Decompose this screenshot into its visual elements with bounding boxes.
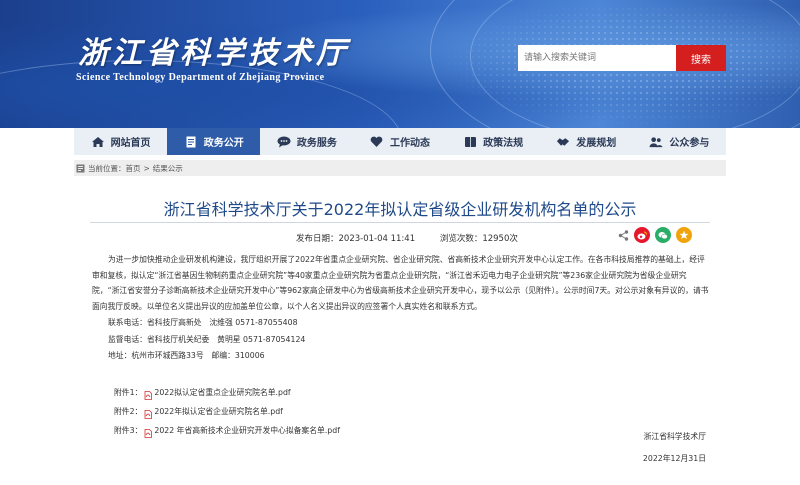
attachment-prefix: 附件2： — [114, 407, 143, 416]
nav-item-work-news[interactable]: 工作动态 — [353, 128, 446, 155]
people-icon — [649, 136, 663, 148]
document-icon — [184, 136, 198, 148]
site-logo-title[interactable]: 浙江省科学技术厅 — [78, 28, 350, 72]
supervision-line: 监督电话：省科技厅机关纪委 黄明星 0571-87054124 — [108, 334, 306, 344]
attachment-item: 附件2： 2022年拟认定省企业研究院名单.pdf — [114, 402, 340, 421]
attachment-link[interactable]: 2022拟认定省重点企业研究院名单.pdf — [154, 383, 290, 402]
attachment-link[interactable]: 2022年拟认定省企业研究院名单.pdf — [154, 402, 283, 421]
attachment-item: 附件3： 2022 年省高新技术企业研究开发中心拟备案名单.pdf — [114, 421, 340, 440]
signature-date: 2022年12月31日 — [642, 454, 706, 463]
nav-item-home[interactable]: 网站首页 — [74, 128, 167, 155]
wechat-share-icon[interactable] — [655, 227, 671, 243]
nav-item-policies[interactable]: 政策法规 — [447, 128, 540, 155]
contact-line: 联系电话：省科技厅高新处 沈维强 0571-87055408 — [108, 318, 298, 327]
breadcrumb-current[interactable]: 结果公示 — [153, 163, 183, 174]
book-icon — [463, 136, 477, 148]
article-body: 为进一步加快推动企业研发机构建设，我厅组织开展了2022年省重点企业研究院、省企… — [92, 252, 710, 364]
nav-item-gov-affairs[interactable]: 政务公开 — [167, 128, 261, 155]
nav-item-gov-services[interactable]: 政务服务 — [260, 128, 353, 155]
article-meta: 发布日期：2023-01-04 11:41 浏览次数：12950次 — [296, 232, 540, 244]
site-logo-subtitle: Science Technology Department of Zhejian… — [76, 72, 325, 83]
nav-item-label: 政务服务 — [296, 138, 337, 149]
nav-item-public-participation[interactable]: 公众参与 — [633, 128, 726, 155]
search-box: 搜索 — [518, 45, 726, 71]
nav-item-label: 政务公开 — [203, 138, 244, 149]
nav-item-label: 网站首页 — [110, 138, 151, 149]
breadcrumb-home-link[interactable]: 首页 — [126, 163, 141, 174]
publish-date: 发布日期：2023-01-04 11:41 — [296, 234, 416, 244]
pdf-icon — [144, 407, 153, 419]
main-nav: 网站首页 政务公开 政务服务 工作动态 政策法规 发展规划 公众参与 — [74, 128, 726, 155]
address-line: 地址：杭州市环城西路33号 邮编：310006 — [108, 351, 265, 360]
share-icon[interactable] — [618, 229, 629, 241]
favorite-star-icon[interactable] — [676, 227, 692, 243]
nav-item-label: 政策法规 — [483, 138, 524, 149]
breadcrumb-prefix: 当前位置： — [88, 163, 126, 173]
view-count: 浏览次数：12950次 — [439, 234, 518, 244]
nav-item-label: 工作动态 — [389, 138, 430, 149]
title-divider — [90, 222, 710, 223]
search-input[interactable] — [518, 45, 676, 71]
signature-org: 浙江省科学技术厅 — [643, 432, 706, 441]
attachment-item: 附件1： 2022拟认定省重点企业研究院名单.pdf — [114, 383, 340, 402]
pdf-icon — [144, 426, 153, 438]
header-banner: 浙江省科学技术厅 Science Technology Department o… — [0, 0, 800, 128]
nav-item-label: 公众参与 — [669, 138, 710, 149]
nav-item-label: 发展规划 — [576, 138, 617, 149]
attachment-prefix: 附件3： — [114, 426, 143, 435]
handshake-icon — [556, 136, 570, 148]
chat-icon — [277, 136, 291, 148]
share-bar — [618, 227, 692, 243]
heart-icon — [370, 136, 384, 148]
location-icon — [76, 164, 85, 173]
attachment-link[interactable]: 2022 年省高新技术企业研究开发中心拟备案名单.pdf — [154, 421, 340, 440]
attachment-prefix: 附件1： — [114, 388, 143, 397]
pdf-icon — [144, 388, 153, 400]
page-title: 浙江省科学技术厅关于2022年拟认定省级企业研发机构名单的公示 — [163, 200, 637, 219]
signature-block: 浙江省科学技术厅 2022年12月31日 — [643, 429, 706, 467]
home-icon — [91, 136, 105, 148]
breadcrumb: 当前位置： 首页 > 结果公示 — [74, 160, 726, 176]
nav-item-planning[interactable]: 发展规划 — [540, 128, 633, 155]
breadcrumb-separator: > — [143, 163, 150, 173]
article-paragraph: 为进一步加快推动企业研发机构建设，我厅组织开展了2022年省重点企业研究院、省企… — [92, 255, 709, 311]
search-button[interactable]: 搜索 — [676, 45, 726, 71]
attachment-list: 附件1： 2022拟认定省重点企业研究院名单.pdf 附件2： 2022年拟认定… — [114, 383, 340, 440]
weibo-share-icon[interactable] — [634, 227, 650, 243]
